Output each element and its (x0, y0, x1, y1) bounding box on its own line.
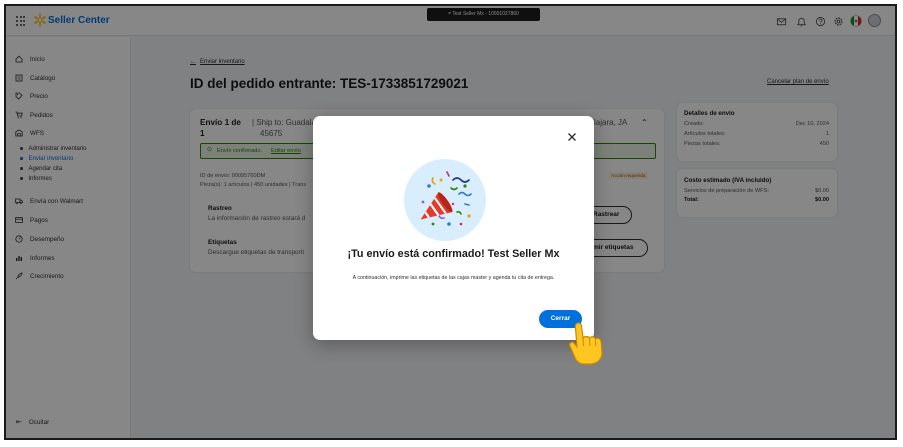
modal-text: A continuación, imprime las etiquetas de… (352, 275, 555, 281)
pointing-hand-icon (569, 322, 603, 365)
close-icon[interactable] (565, 130, 579, 144)
party-popper-icon (404, 159, 486, 241)
modal-heading: ¡Tu envío está confirmado! Test Seller M… (347, 248, 560, 260)
confirmation-modal: ¡Tu envío está confirmado! Test Seller M… (313, 116, 594, 340)
app-window: Seller Center = Test Seller Mx - 1000102… (4, 4, 897, 440)
